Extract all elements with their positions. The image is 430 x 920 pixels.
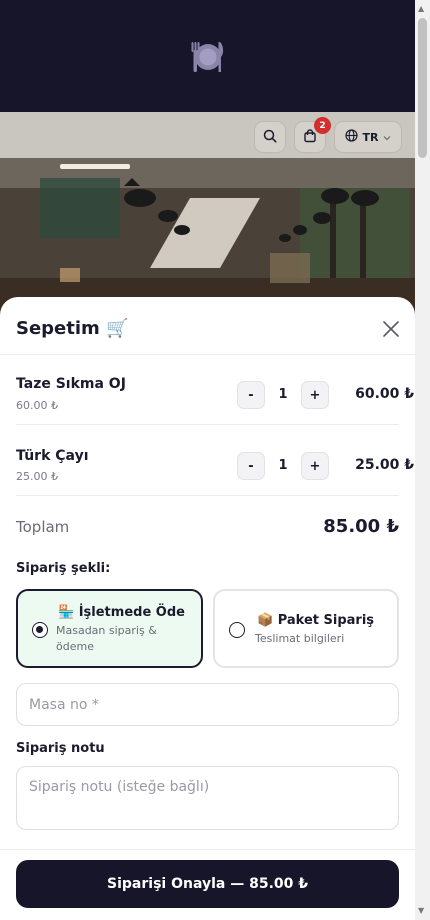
takeaway-subtitle: Teslimat bilgileri xyxy=(255,632,345,645)
cart-title: Sepetim 🛒 xyxy=(16,318,129,339)
order-type-option-dine-in[interactable]: 🏪 İşletmede Öde Masadan sipariş & ödeme xyxy=(16,589,203,668)
item-quantity: 1 xyxy=(278,458,288,473)
divider xyxy=(16,424,399,425)
cart-count-badge: 2 xyxy=(314,117,331,134)
dine-in-subtitle: Masadan sipariş & ödeme xyxy=(56,624,157,653)
decrease-quantity-button[interactable]: - xyxy=(237,452,265,480)
divider xyxy=(16,495,399,496)
increase-quantity-button[interactable]: + xyxy=(301,452,329,480)
scrollbar-thumb[interactable] xyxy=(418,18,427,158)
scroll-down-arrow-icon[interactable]: ▼ xyxy=(418,906,424,915)
restaurant-hero-image xyxy=(0,158,415,318)
search-icon xyxy=(263,128,277,147)
divider xyxy=(0,354,415,355)
order-note-textarea[interactable]: Sipariş notu (isteğe bağlı) xyxy=(16,766,399,830)
search-button[interactable] xyxy=(254,121,286,153)
order-type-label: Sipariş şekli: xyxy=(16,561,111,576)
table-number-input[interactable]: Masa no * xyxy=(16,683,399,726)
language-code: TR xyxy=(362,130,379,144)
cart-item-unit-price: 25.00 ₺ xyxy=(16,470,58,483)
language-selector[interactable]: TR xyxy=(334,121,402,153)
takeaway-radio[interactable] xyxy=(229,622,245,638)
order-note-label: Sipariş notu xyxy=(16,741,105,756)
dine-in-title: 🏪 İşletmede Öde xyxy=(58,605,185,620)
dine-in-radio[interactable] xyxy=(32,622,48,638)
plate-cutlery-icon xyxy=(190,40,226,74)
takeaway-title: 📦 Paket Sipariş xyxy=(257,613,375,628)
cart-item-unit-price: 60.00 ₺ xyxy=(16,399,58,412)
cart-item-name: Taze Sıkma OJ xyxy=(16,376,126,392)
total-label: Toplam xyxy=(16,518,70,536)
chevron-down-icon xyxy=(383,131,391,144)
close-icon[interactable] xyxy=(381,319,401,339)
total-value: 85.00 ₺ xyxy=(323,516,399,537)
scroll-up-arrow-icon[interactable]: ▲ xyxy=(418,4,424,13)
cart-item-line-total: 25.00 ₺ xyxy=(355,457,414,473)
confirm-order-button[interactable]: Siparişi Onayla — 85.00 ₺ xyxy=(16,860,399,908)
globe-icon xyxy=(344,129,358,145)
decrease-quantity-button[interactable]: - xyxy=(237,381,265,409)
divider xyxy=(0,849,415,850)
increase-quantity-button[interactable]: + xyxy=(301,381,329,409)
order-type-option-takeaway[interactable]: 📦 Paket Sipariş Teslimat bilgileri xyxy=(213,589,399,668)
cart-item-name: Türk Çayı xyxy=(16,448,89,464)
cart-item-line-total: 60.00 ₺ xyxy=(355,386,414,402)
item-quantity: 1 xyxy=(278,387,288,402)
